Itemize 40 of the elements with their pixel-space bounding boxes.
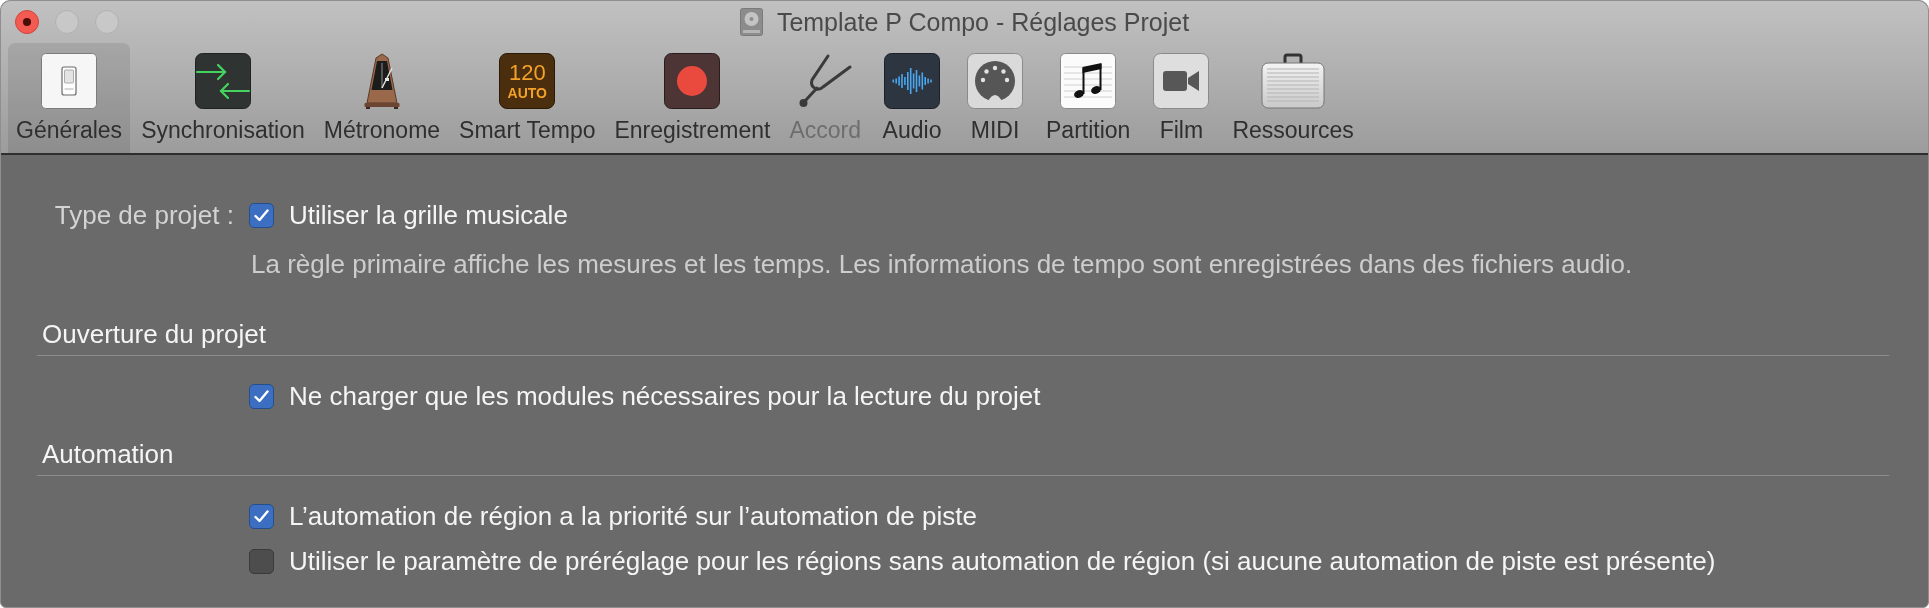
checkbox[interactable] (249, 202, 274, 228)
light-switch-icon (41, 53, 98, 109)
record-icon (664, 53, 721, 109)
section-heading: Ouverture du projet (42, 318, 266, 351)
toolbar-tab[interactable]: Synchronisation (133, 43, 313, 153)
tempo-value: 120 (508, 61, 546, 84)
checkbox[interactable] (249, 548, 274, 574)
toolbar-tab[interactable]: Métronome (315, 43, 449, 153)
checkbox-label: Utiliser la grille musicale (289, 199, 568, 232)
video-camera-icon (1153, 53, 1210, 109)
toolbar-tab[interactable]: Générales (8, 43, 131, 153)
tuning-fork-icon (797, 53, 854, 109)
close-button[interactable] (15, 10, 39, 34)
briefcase-icon (1261, 53, 1326, 109)
tempo-mode: AUTO (507, 85, 547, 101)
metronome-icon (363, 53, 400, 109)
checkbox-label: Ne charger que les modules nécessaires pour la lecture du projet (289, 380, 1041, 413)
waveform-icon (884, 53, 941, 109)
toolbar-tab[interactable]: Partition (1038, 43, 1139, 153)
music-score-icon (1060, 53, 1117, 109)
checkbox-label: Utiliser le paramètre de préréglage pour les régions sans automation de région (si aucune automation de piste est présente) (289, 545, 1716, 578)
checkbox-label: L’automation de région a la priorité sur l’automation de piste (289, 500, 977, 533)
checkbox[interactable] (249, 383, 274, 409)
field-label: Type de projet : (54, 199, 234, 232)
checkmark-icon (254, 389, 269, 403)
description-text: La règle primaire affiche les mesures et les temps. Les informations de tempo sont enregistrées dans des fichiers audio. (251, 248, 1633, 281)
section-heading: Automation (42, 438, 174, 471)
toolbar-tab[interactable]: Audio (872, 43, 953, 153)
window-title: Template P Compo - Réglages Projet (776, 7, 1190, 37)
toolbar-tab[interactable]: Enregistrement (606, 43, 779, 153)
toolbar-tab[interactable]: Ressources (1224, 43, 1362, 153)
document-icon (739, 8, 763, 36)
toolbar-tab[interactable]: Film (1141, 43, 1222, 153)
toolbar-tab[interactable]: MIDI (955, 43, 1036, 153)
checkmark-icon (254, 509, 269, 523)
toolbar-tab[interactable]: 120 AUTO Smart Tempo (451, 43, 604, 153)
checkbox[interactable] (249, 503, 274, 529)
opposing-arrows-icon (194, 53, 251, 109)
socket-icon (967, 53, 1024, 109)
checkmark-icon (254, 208, 269, 222)
